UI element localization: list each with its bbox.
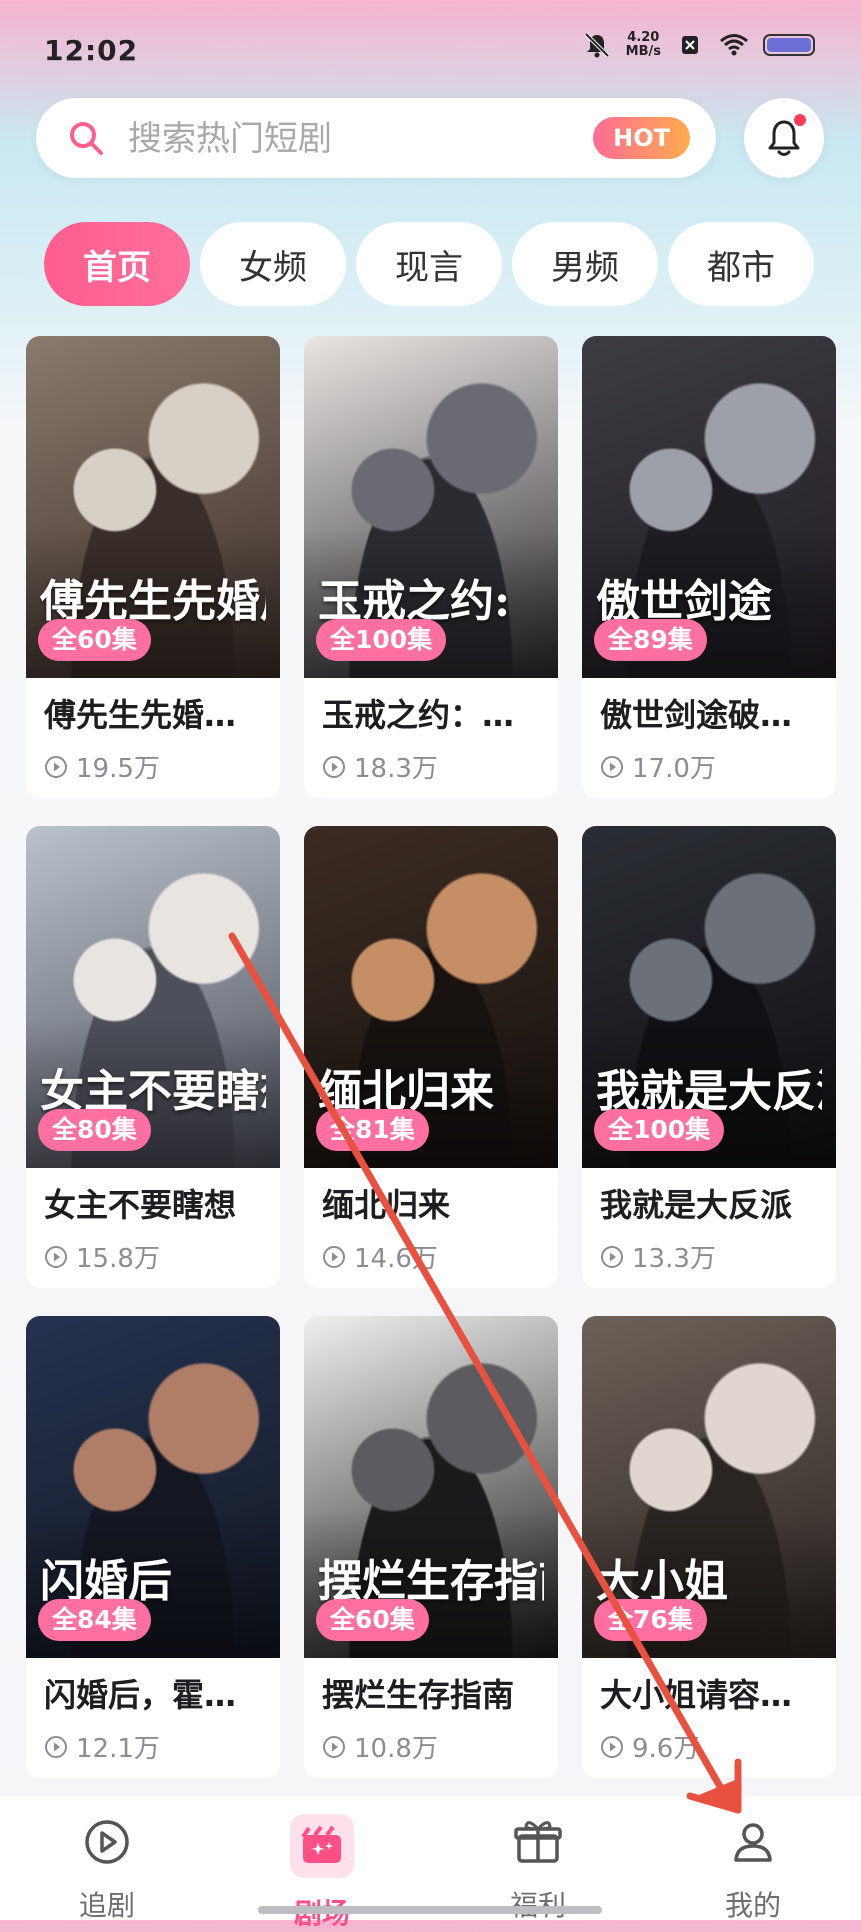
drama-card[interactable]: 女主不要瞎想 全80集 女主不要瞎想 15.8万 (26, 826, 280, 1288)
drama-poster[interactable]: 闪婚后 全84集 (26, 1316, 280, 1658)
nav-item-1[interactable]: 剧场 (262, 1814, 382, 1932)
view-count-value: 10.8万 (354, 1734, 438, 1764)
mute-bell-icon (584, 32, 610, 58)
gift-icon (478, 1814, 598, 1870)
network-speed: 4.20 MB/s (626, 31, 661, 59)
play-count-icon (601, 1245, 623, 1268)
tab-0[interactable]: 首页 (44, 222, 190, 306)
search-icon (70, 122, 103, 155)
network-speed-value: 4.20 (627, 30, 660, 45)
drama-title[interactable]: 女主不要瞎想 (44, 1180, 264, 1226)
notification-button[interactable] (744, 98, 824, 178)
episode-count-badge: 全80集 (38, 1109, 151, 1151)
drama-poster[interactable]: 大小姐 全76集 (582, 1316, 836, 1658)
view-count: 15.8万 (44, 1238, 160, 1275)
episode-count-badge: 全60集 (38, 619, 151, 661)
tab-1[interactable]: 女频 (200, 222, 346, 306)
drama-title[interactable]: 大小姐请容… (600, 1670, 820, 1716)
drama-poster[interactable]: 傲世剑途 全89集 (582, 336, 836, 678)
view-count-value: 12.1万 (76, 1734, 160, 1764)
drama-title[interactable]: 我就是大反派 (600, 1180, 820, 1226)
tab-3[interactable]: 男频 (512, 222, 658, 306)
drama-card[interactable]: 闪婚后 全84集 闪婚后，霍… 12.1万 (26, 1316, 280, 1778)
search-input[interactable] (126, 108, 610, 170)
bottom-navigation: 追剧 剧场 福利 我的 (0, 1796, 861, 1930)
view-count: 18.3万 (322, 748, 438, 785)
view-count-value: 17.0万 (632, 754, 716, 784)
drama-poster[interactable]: 摆烂生存指南 全60集 (304, 1316, 558, 1658)
view-count: 19.5万 (44, 748, 160, 785)
wifi-icon (720, 34, 748, 56)
view-count: 14.6万 (322, 1238, 438, 1275)
view-count: 10.8万 (322, 1728, 438, 1765)
status-time: 12:02 (44, 34, 139, 67)
drama-title[interactable]: 闪婚后，霍… (44, 1670, 264, 1716)
battery-icon (763, 34, 815, 56)
drama-title[interactable]: 玉戒之约：… (322, 690, 542, 736)
episode-count-badge: 全84集 (38, 1599, 151, 1641)
episode-count-badge: 全100集 (594, 1109, 725, 1151)
play-count-icon (323, 755, 345, 778)
episode-count-badge: 全89集 (594, 619, 707, 661)
status-icons: 4.20 MB/s (582, 30, 815, 60)
drama-card[interactable]: 傲世剑途 全89集 傲世剑途破… 17.0万 (582, 336, 836, 798)
hot-badge[interactable]: HOT (593, 117, 690, 159)
drama-poster[interactable]: 傅先生先婚后爱 全60集 (26, 336, 280, 678)
view-count: 12.1万 (44, 1728, 160, 1765)
view-count-value: 18.3万 (354, 754, 438, 784)
tab-2[interactable]: 现言 (356, 222, 502, 306)
play-count-icon (601, 1735, 623, 1758)
theater-icon (262, 1814, 382, 1878)
play-count-icon (323, 1245, 345, 1268)
view-count-value: 19.5万 (76, 754, 160, 784)
drama-card[interactable]: 玉戒之约: 全100集 玉戒之约：… 18.3万 (304, 336, 558, 798)
category-tabs: 首页 女频 现言 男频 都市 (44, 222, 814, 306)
play-count-icon (601, 755, 623, 778)
drama-poster[interactable]: 女主不要瞎想 全80集 (26, 826, 280, 1168)
drama-poster[interactable]: 缅北归来 全81集 (304, 826, 558, 1168)
nav-item-0[interactable]: 追剧 (47, 1814, 167, 1924)
episode-count-badge: 全76集 (594, 1599, 707, 1641)
drama-poster[interactable]: 我就是大反派 全100集 (582, 826, 836, 1168)
nav-label: 福利 (478, 1884, 598, 1924)
play-count-icon (45, 1245, 67, 1268)
view-count-value: 9.6万 (632, 1734, 700, 1764)
view-count-value: 13.3万 (632, 1244, 716, 1274)
search-bar[interactable]: HOT (36, 98, 716, 178)
view-count-value: 14.6万 (354, 1244, 438, 1274)
notification-dot (794, 114, 806, 126)
episode-count-badge: 全81集 (316, 1109, 429, 1151)
drama-title[interactable]: 傲世剑途破… (600, 690, 820, 736)
network-speed-unit: MB/s (625, 44, 661, 59)
episode-count-badge: 全100集 (316, 619, 447, 661)
drama-poster[interactable]: 玉戒之约: 全100集 (304, 336, 558, 678)
view-count-value: 15.8万 (76, 1244, 160, 1274)
episode-count-badge: 全60集 (316, 1599, 429, 1641)
drama-card[interactable]: 我就是大反派 全100集 我就是大反派 13.3万 (582, 826, 836, 1288)
home-indicator (258, 1906, 602, 1914)
nav-label: 追剧 (78, 1889, 135, 1922)
drama-card[interactable]: 大小姐 全76集 大小姐请容… 9.6万 (582, 1316, 836, 1778)
view-count: 17.0万 (600, 748, 716, 785)
profile-icon (693, 1814, 813, 1870)
view-count: 13.3万 (600, 1238, 716, 1275)
tab-4[interactable]: 都市 (668, 222, 814, 306)
status-bar: 12:02 4.20 MB/s (0, 0, 861, 100)
nav-label: 我的 (724, 1889, 781, 1922)
view-count: 9.6万 (600, 1728, 699, 1765)
play-count-icon (45, 755, 67, 778)
drama-title[interactable]: 摆烂生存指南 (322, 1670, 542, 1716)
drama-title[interactable]: 傅先生先婚… (44, 690, 264, 736)
play-count-icon (323, 1735, 345, 1758)
sim-blocked-icon (682, 36, 698, 54)
nav-item-3[interactable]: 我的 (693, 1814, 813, 1924)
play-circle-icon (47, 1814, 167, 1870)
drama-card[interactable]: 摆烂生存指南 全60集 摆烂生存指南 10.8万 (304, 1316, 558, 1778)
drama-card[interactable]: 缅北归来 全81集 缅北归来 14.6万 (304, 826, 558, 1288)
drama-card[interactable]: 傅先生先婚后爱 全60集 傅先生先婚… 19.5万 (26, 336, 280, 798)
play-count-icon (45, 1735, 67, 1758)
drama-title[interactable]: 缅北归来 (322, 1180, 542, 1226)
